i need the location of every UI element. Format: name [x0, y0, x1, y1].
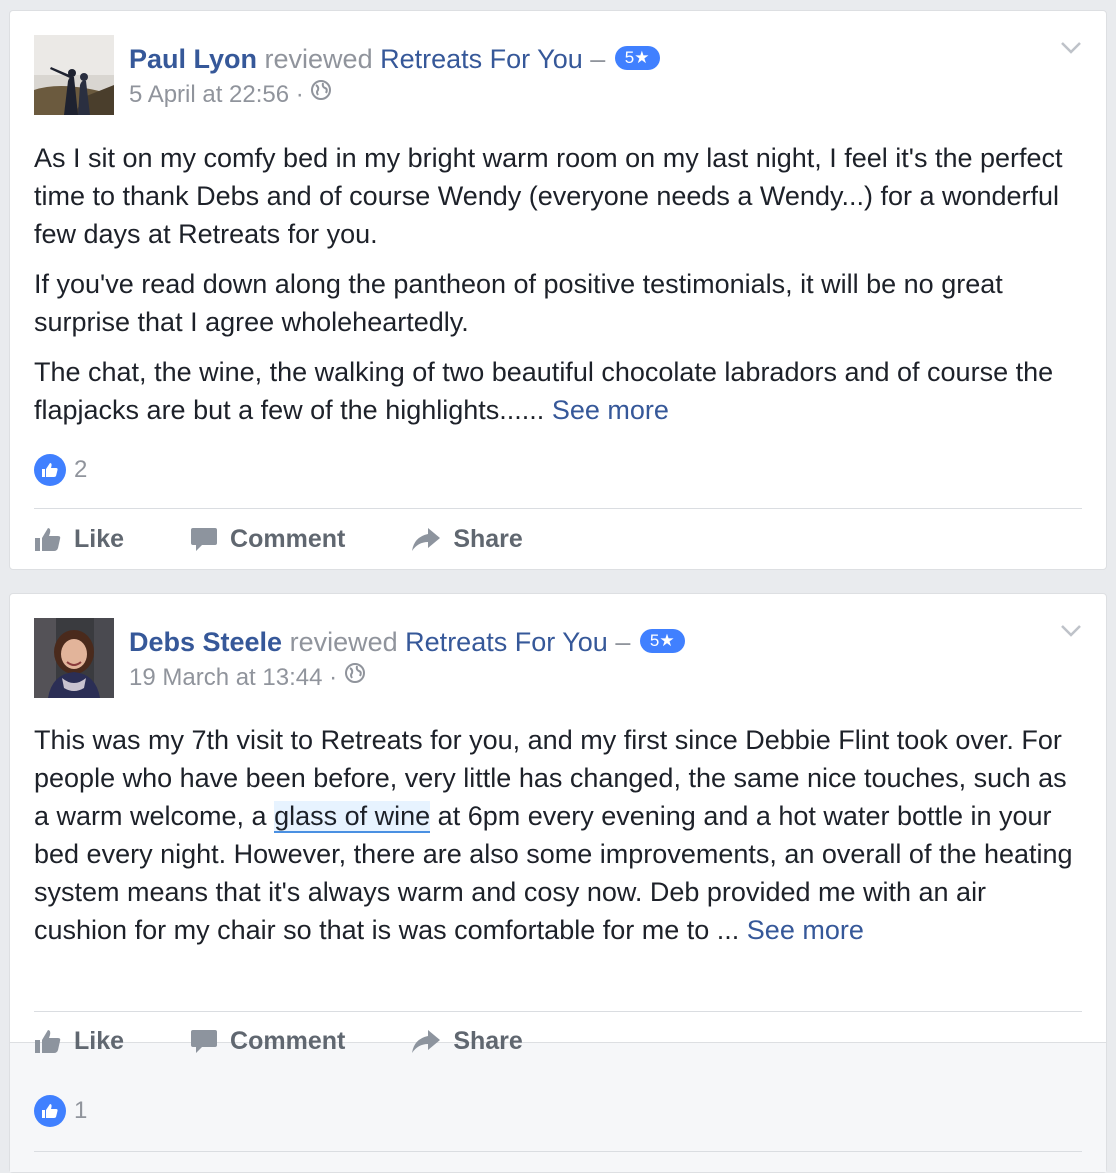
action-bar: Like Comment Share	[34, 1019, 589, 1063]
post-body: As I sit on my comfy bed in my bright wa…	[34, 139, 1082, 441]
share-icon	[412, 528, 441, 551]
dash-separator: –	[590, 44, 606, 74]
share-label: Share	[453, 524, 523, 553]
chevron-down-icon[interactable]	[1060, 41, 1082, 55]
timestamp[interactable]: 19 March at 13:44	[129, 664, 322, 691]
post-paragraph: The chat, the wine, the walking of two b…	[34, 353, 1082, 429]
rating-badge: 5★	[639, 628, 685, 653]
post-header: Paul Lyon reviewed Retreats For You – 5★	[129, 41, 660, 77]
post-paragraph: This was my 7th visit to Retreats for yo…	[34, 721, 1082, 949]
review-verb: reviewed	[289, 627, 398, 657]
post-header: Debs Steele reviewed Retreats For You – …	[129, 624, 685, 660]
thumbs-up-icon	[35, 1030, 61, 1053]
globe-icon[interactable]	[310, 78, 332, 110]
share-button[interactable]: Share	[411, 524, 523, 554]
post-paragraph-text: The chat, the wine, the walking of two b…	[34, 357, 1054, 425]
like-label: Like	[74, 1026, 125, 1055]
thumbs-up-icon	[34, 454, 66, 486]
rating-badge: 5★	[614, 45, 660, 70]
post-meta: 19 March at 13:44 ·	[129, 662, 366, 695]
review-verb: reviewed	[264, 44, 373, 74]
divider	[34, 1151, 1082, 1152]
highlighted-text[interactable]: glass of wine	[274, 801, 431, 833]
comment-icon	[191, 528, 218, 551]
chevron-down-icon[interactable]	[1060, 624, 1082, 638]
post-paragraph: As I sit on my comfy bed in my bright wa…	[34, 143, 1063, 249]
action-bar: Like Comment Share	[34, 517, 589, 561]
thumbs-up-icon	[34, 1095, 66, 1127]
dash-separator: –	[615, 627, 631, 657]
author-name[interactable]: Debs Steele	[129, 627, 282, 657]
like-count: 1	[74, 1097, 88, 1124]
like-count: 2	[74, 456, 88, 483]
avatar[interactable]	[34, 618, 114, 698]
page-link[interactable]: Retreats For You	[380, 44, 583, 74]
see-more-link[interactable]: See more	[552, 395, 669, 425]
post-body: This was my 7th visit to Retreats for yo…	[34, 721, 1082, 961]
reaction-summary[interactable]: 1	[34, 1095, 87, 1127]
reaction-summary[interactable]: 2	[34, 454, 87, 486]
avatar[interactable]	[34, 35, 114, 115]
like-label: Like	[74, 524, 125, 553]
thumbs-up-icon	[35, 528, 61, 551]
post-paragraph: If you've read down along the pantheon o…	[34, 269, 1003, 337]
comment-label: Comment	[230, 524, 346, 553]
post-meta: 5 April at 22:56 ·	[129, 79, 332, 112]
share-button[interactable]: Share	[411, 1026, 523, 1056]
like-button[interactable]: Like	[34, 525, 124, 554]
comment-label: Comment	[230, 1026, 346, 1055]
review-card: Paul Lyon reviewed Retreats For You – 5★…	[9, 10, 1107, 570]
meta-separator: ·	[295, 81, 304, 108]
comment-icon	[191, 1030, 218, 1053]
share-icon	[412, 1030, 441, 1053]
review-card: Debs Steele reviewed Retreats For You – …	[9, 593, 1107, 1173]
timestamp[interactable]: 5 April at 22:56	[129, 81, 289, 108]
share-label: Share	[453, 1026, 523, 1055]
globe-icon[interactable]	[344, 661, 366, 693]
page-link[interactable]: Retreats For You	[405, 627, 608, 657]
comment-button[interactable]: Comment	[190, 1027, 345, 1056]
meta-separator: ·	[329, 664, 338, 691]
author-name[interactable]: Paul Lyon	[129, 44, 257, 74]
comment-button[interactable]: Comment	[190, 525, 345, 554]
divider	[34, 508, 1082, 509]
like-button[interactable]: Like	[34, 1027, 124, 1056]
see-more-link[interactable]: See more	[747, 915, 864, 945]
divider	[34, 1011, 1082, 1012]
